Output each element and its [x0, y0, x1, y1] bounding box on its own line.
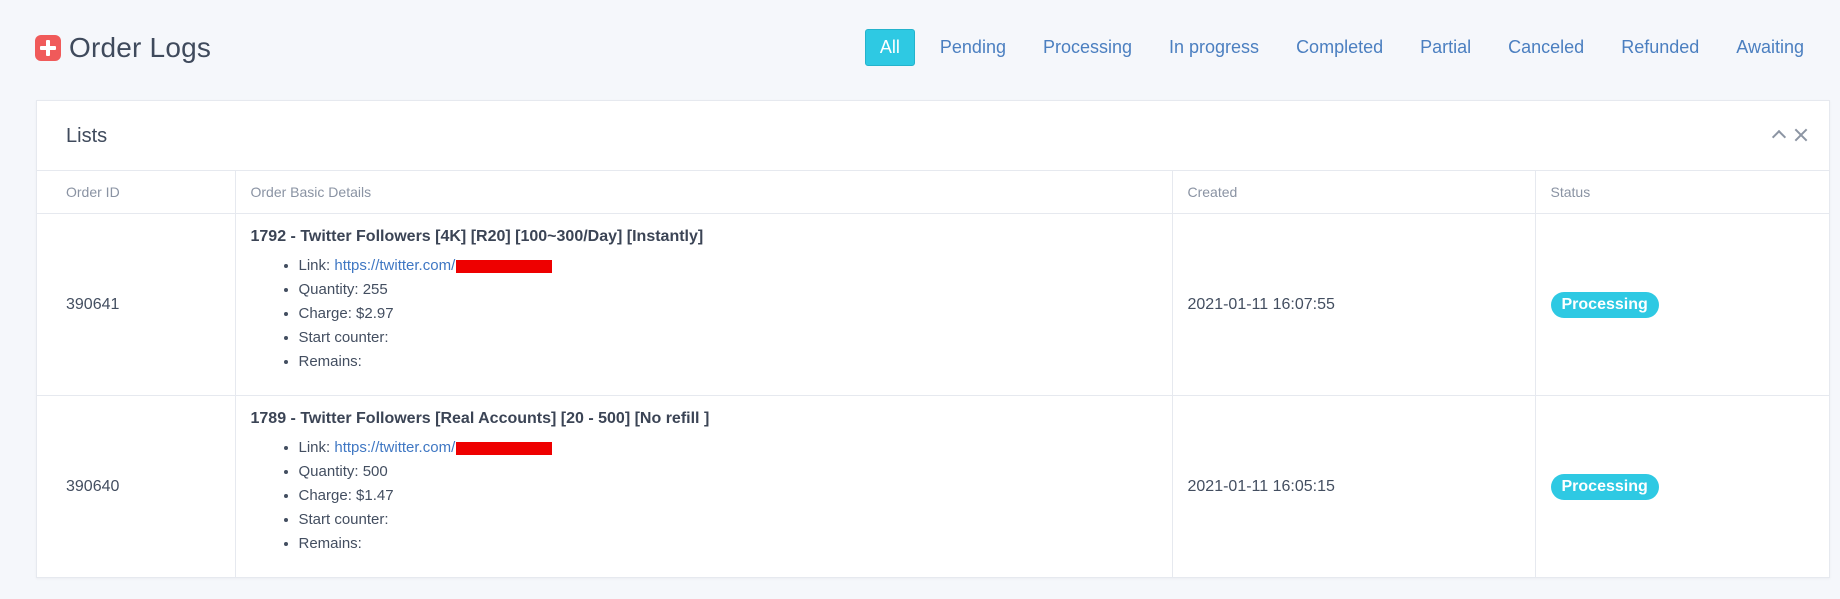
- list-item: Remains:: [299, 532, 1157, 556]
- chevron-up-icon[interactable]: [1771, 126, 1787, 144]
- status-filter-tabs: All Pending Processing In progress Compl…: [852, 29, 1816, 66]
- status-badge: Processing: [1550, 291, 1659, 318]
- list-item: Quantity: 255: [299, 278, 1157, 302]
- order-created: 2021-01-11 16:05:15: [1172, 395, 1536, 578]
- order-created: 2021-01-11 16:07:55: [1172, 213, 1536, 396]
- order-service-name: 1792 - Twitter Followers [4K] [R20] [100…: [250, 228, 704, 245]
- filter-tab-completed[interactable]: Completed: [1284, 31, 1395, 64]
- link-label: Link:: [298, 439, 331, 456]
- list-item: Remains:: [299, 350, 1157, 374]
- order-link[interactable]: https://twitter.com/: [334, 257, 455, 274]
- link-label: Link:: [298, 257, 331, 274]
- page-title: Order Logs: [69, 32, 212, 63]
- filter-tab-in-progress[interactable]: In progress: [1157, 31, 1271, 64]
- order-status-cell: Processing: [1535, 395, 1829, 578]
- filter-tab-canceled[interactable]: Canceled: [1496, 31, 1596, 64]
- orders-table: Order ID Order Basic Details Created Sta…: [37, 171, 1829, 578]
- page-header: Order Logs All Pending Processing In pro…: [0, 0, 1840, 100]
- column-header-details: Order Basic Details: [235, 171, 1173, 214]
- order-details: 1789 - Twitter Followers [Real Accounts]…: [235, 395, 1173, 578]
- order-link[interactable]: https://twitter.com/: [334, 439, 455, 456]
- orders-card: Lists Order ID Order Basic Details Creat…: [36, 100, 1830, 578]
- order-id: 390640: [37, 395, 236, 578]
- plus-square-icon: [35, 35, 61, 61]
- list-item: Start counter:: [299, 326, 1157, 350]
- order-detail-list: Link: https://twitter.com/ Quantity: 255…: [251, 254, 1157, 374]
- order-detail-list: Link: https://twitter.com/ Quantity: 500…: [251, 436, 1157, 556]
- filter-tab-refunded[interactable]: Refunded: [1609, 31, 1711, 64]
- title-group: Order Logs: [35, 32, 211, 64]
- column-header-status: Status: [1535, 171, 1829, 214]
- list-item: Link: https://twitter.com/: [299, 436, 1157, 460]
- column-header-created: Created: [1172, 171, 1536, 214]
- list-item: Charge: $1.47: [299, 484, 1157, 508]
- card-header: Lists: [37, 101, 1829, 171]
- card-title: Lists: [66, 125, 108, 147]
- list-item: Start counter:: [299, 508, 1157, 532]
- filter-tab-awaiting[interactable]: Awaiting: [1724, 31, 1816, 64]
- order-id: 390641: [37, 213, 236, 396]
- list-item: Charge: $2.97: [299, 302, 1157, 326]
- close-icon[interactable]: [1793, 126, 1809, 144]
- order-details: 1792 - Twitter Followers [4K] [R20] [100…: [235, 213, 1173, 396]
- filter-tab-all[interactable]: All: [864, 29, 915, 66]
- table-row: 390641 1792 - Twitter Followers [4K] [R2…: [37, 213, 1829, 396]
- status-badge: Processing: [1550, 473, 1659, 500]
- table-header-row: Order ID Order Basic Details Created Sta…: [37, 171, 1829, 214]
- list-item: Quantity: 500: [299, 460, 1157, 484]
- card-tools: [1771, 126, 1809, 144]
- order-service-name: 1789 - Twitter Followers [Real Accounts]…: [250, 410, 710, 427]
- filter-tab-partial[interactable]: Partial: [1408, 31, 1483, 64]
- filter-tab-processing[interactable]: Processing: [1031, 31, 1144, 64]
- filter-tab-pending[interactable]: Pending: [928, 31, 1018, 64]
- column-header-order-id: Order ID: [37, 171, 236, 214]
- redacted-block: [456, 441, 553, 455]
- redacted-block: [456, 259, 553, 273]
- table-row: 390640 1789 - Twitter Followers [Real Ac…: [37, 395, 1829, 578]
- list-item: Link: https://twitter.com/: [299, 254, 1157, 278]
- order-status-cell: Processing: [1535, 213, 1829, 396]
